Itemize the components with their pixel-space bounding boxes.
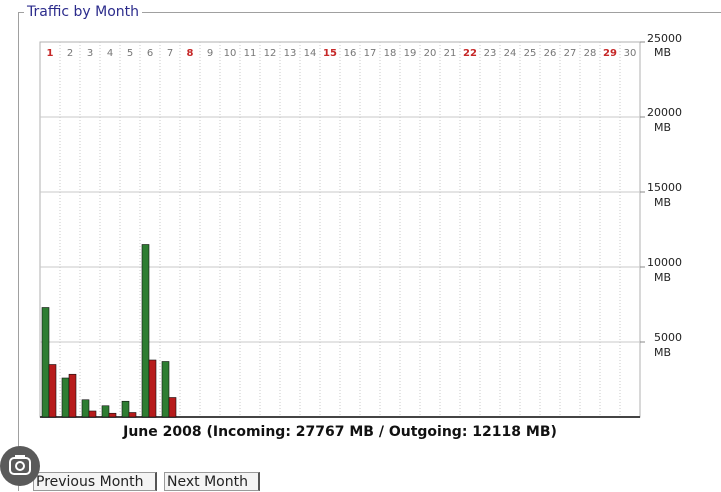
bar-incoming <box>141 244 150 418</box>
x-tick-label: 18 <box>384 48 397 59</box>
x-tick-label: 17 <box>364 48 377 59</box>
y-tick-unit: MB <box>654 121 671 134</box>
bar-incoming <box>121 400 130 418</box>
bar-outgoing <box>148 359 157 418</box>
bar-incoming <box>161 361 170 418</box>
bar-incoming <box>61 377 70 418</box>
chart-caption: June 2008 (Incoming: 27767 MB / Outgoing… <box>123 424 557 440</box>
lens-icon[interactable] <box>0 446 40 486</box>
previous-month-button[interactable]: Previous Month <box>33 472 157 491</box>
y-tick-unit: MB <box>654 196 671 209</box>
x-tick-label: 20 <box>424 48 437 59</box>
traffic-chart: 25000MB20000MB15000MB10000MB5000MB1 2 3 4 5 6… <box>39 32 682 418</box>
x-tick-label: 21 <box>444 48 457 59</box>
y-tick-unit: MB <box>654 346 671 359</box>
x-tick-label: 2 <box>67 48 73 59</box>
next-month-button[interactable]: Next Month <box>164 472 260 491</box>
x-tick-label: 12 <box>264 48 277 59</box>
x-tick-label: 25 <box>524 48 537 59</box>
x-tick-label: 5 <box>127 48 133 59</box>
x-tick-label: 6 <box>147 48 153 59</box>
x-tick-label: 19 <box>404 48 417 59</box>
y-tick-label: 15000 <box>647 181 682 194</box>
bar-outgoing <box>88 410 97 418</box>
x-tick-label: 14 <box>304 48 317 59</box>
bar-outgoing <box>108 412 117 418</box>
x-tick-label: 23 <box>484 48 497 59</box>
x-tick-label: 4 <box>107 48 113 59</box>
x-tick-label: 3 <box>87 48 93 59</box>
x-tick-label: 30 <box>624 48 637 59</box>
y-tick-label: 20000 <box>647 106 682 119</box>
x-tick-label: 16 <box>344 48 357 59</box>
bar-incoming <box>41 307 50 418</box>
y-tick-unit: MB <box>654 46 671 59</box>
y-tick-label: 25000 <box>647 32 682 45</box>
x-tick-label: 29 <box>603 48 617 59</box>
x-tick-label: 26 <box>544 48 557 59</box>
x-tick-label: 13 <box>284 48 297 59</box>
bar-outgoing <box>48 364 57 418</box>
x-tick-label: 24 <box>504 48 517 59</box>
x-tick-label: 9 <box>207 48 213 59</box>
x-tick-label: 15 <box>323 48 337 59</box>
x-tick-label: 28 <box>584 48 597 59</box>
x-tick-label: 11 <box>244 48 257 59</box>
bar-outgoing <box>68 373 77 418</box>
y-tick-label: 5000 <box>654 331 682 344</box>
bar-incoming <box>101 405 110 418</box>
x-tick-label: 1 <box>47 48 54 59</box>
x-tick-label: 7 <box>167 48 173 59</box>
bar-incoming <box>81 399 90 418</box>
x-tick-label: 22 <box>463 48 477 59</box>
y-tick-unit: MB <box>654 271 671 284</box>
x-tick-label: 27 <box>564 48 577 59</box>
x-tick-label: 8 <box>187 48 194 59</box>
y-tick-label: 10000 <box>647 256 682 269</box>
bar-outgoing <box>128 412 137 418</box>
bar-outgoing <box>168 397 177 418</box>
x-tick-label: 10 <box>224 48 237 59</box>
